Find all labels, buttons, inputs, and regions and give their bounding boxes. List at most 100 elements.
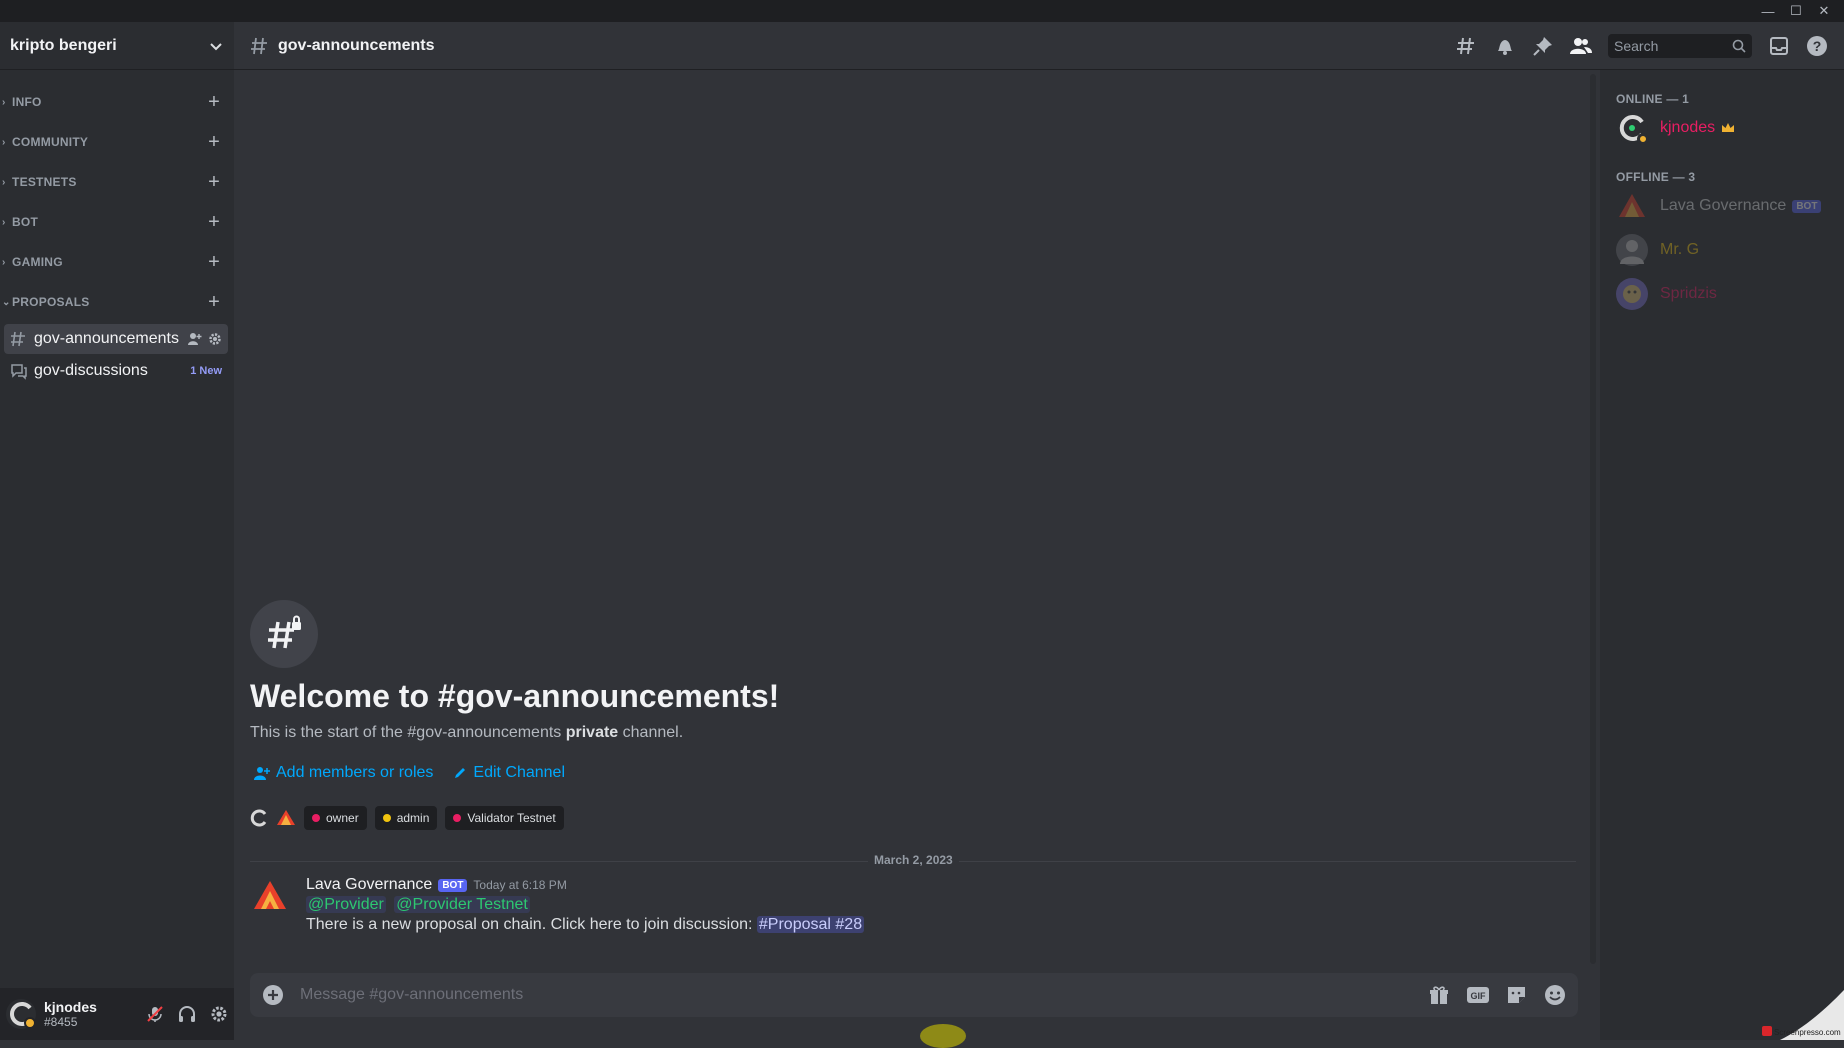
welcome-sub-prefix: This is the start of the #gov-announceme… [250,724,561,741]
channel-gov-announcements[interactable]: gov-announcements [4,324,228,354]
category-label: TESTNETS [12,175,77,189]
user-info[interactable]: kjnodes #8455 [6,999,97,1029]
minimize-icon[interactable]: — [1754,0,1782,22]
create-channel-icon[interactable]: + [208,132,220,152]
member-list: ONLINE — 1 kjnodes OFFLINE — 3 Lava Gove… [1600,70,1844,1040]
add-members-label: Add members or roles [276,764,433,782]
add-user-icon [254,765,270,781]
channel-gov-discussions[interactable]: gov-discussions 1 New [4,356,228,386]
avatar [1616,234,1648,266]
category-bot[interactable]: ›BOT + [0,202,234,242]
pencil-icon [453,766,467,780]
role-pill-owner[interactable]: owner [304,806,367,830]
svg-text:GIF: GIF [1471,991,1487,1001]
role-mention[interactable]: @Provider Testnet [394,896,530,913]
create-channel-icon[interactable]: + [208,292,220,312]
add-members-button[interactable]: Add members or roles [254,764,433,782]
message-composer[interactable]: Message #gov-announcements GIF [250,973,1578,1017]
create-channel-icon[interactable]: + [208,212,220,232]
category-testnets[interactable]: ›TESTNETS + [0,162,234,202]
category-proposals[interactable]: ⌄PROPOSALS + [0,282,234,322]
member-spridzis[interactable]: Spridzis [1616,272,1828,316]
message-author[interactable]: Lava Governance [306,876,432,894]
lava-logo-icon [1617,192,1647,220]
user-photo-icon [1616,278,1648,310]
role-color-dot [312,814,320,822]
channel-link[interactable]: #Proposal #28 [757,916,864,933]
role-pill-validator-testnet[interactable]: Validator Testnet [445,806,563,830]
welcome-sub-bold: private [566,724,618,741]
member-name: Spridzis [1660,285,1717,303]
avatar [1616,278,1648,310]
avatar[interactable] [250,876,290,916]
member-name: kjnodes [1660,119,1715,137]
scroll-to-bottom-button[interactable] [920,1024,966,1048]
emoji-icon[interactable] [1544,984,1566,1006]
avatar [6,999,36,1029]
pin-icon[interactable] [1532,35,1554,57]
gear-icon[interactable] [208,332,222,346]
category-list: ›INFO + ›COMMUNITY + ›TESTNETS + ›BOT + … [0,70,234,386]
role-mention[interactable]: @Provider [306,896,386,913]
mentions-line: @Provider @Provider Testnet [306,896,864,914]
member-lava-governance[interactable]: Lava Governance BOT [1616,184,1828,228]
add-attachment-icon[interactable] [262,984,284,1006]
user-name: kjnodes [44,999,97,1015]
category-info[interactable]: ›INFO + [0,82,234,122]
member-mr-g[interactable]: Mr. G [1616,228,1828,272]
locked-hashtag-icon [10,330,28,348]
maximize-icon[interactable]: ☐ [1782,0,1810,22]
chevron-right-icon: › [2,97,10,108]
member-name: Mr. G [1660,241,1699,259]
window-titlebar: — ☐ ✕ [0,0,1844,22]
date-divider-label: March 2, 2023 [868,853,959,867]
chevron-down-icon [208,38,224,54]
role-name: owner [326,811,359,825]
inbox-icon[interactable] [1768,35,1790,57]
bot-badge: BOT [1792,200,1821,213]
welcome-title: Welcome to #gov-announcements! [250,678,779,715]
welcome-sub-suffix: channel. [623,724,684,741]
message[interactable]: Lava Governance BOT Today at 6:18 PM @Pr… [250,876,1550,934]
server-name: kripto bengeri [10,37,117,55]
message-text: There is a new proposal on chain. Click … [306,916,864,934]
channel-name: gov-announcements [34,330,179,348]
member-list-icon[interactable] [1570,35,1592,57]
chevron-right-icon: › [2,217,10,228]
watermark-text: Screenpresso.com [1774,1028,1841,1037]
headphones-icon[interactable] [178,1005,196,1023]
search-input[interactable]: Search [1608,34,1752,58]
threads-icon[interactable] [1456,35,1478,57]
invite-icon[interactable] [188,332,202,346]
message-area: Welcome to #gov-announcements! This is t… [234,70,1594,1040]
user-photo-icon [1616,234,1648,266]
bell-icon[interactable] [1494,35,1516,57]
create-channel-icon[interactable]: + [208,252,220,272]
chevron-right-icon: › [2,177,10,188]
role-name: admin [397,811,430,825]
category-gaming[interactable]: ›GAMING + [0,242,234,282]
scrollbar[interactable] [1590,74,1596,964]
server-header[interactable]: kripto bengeri [0,22,234,70]
search-placeholder: Search [1614,38,1658,54]
gift-icon[interactable] [1428,984,1450,1006]
category-label: GAMING [12,255,63,269]
create-channel-icon[interactable]: + [208,172,220,192]
category-label: INFO [12,95,42,109]
help-icon[interactable]: ? [1806,35,1828,57]
message-input[interactable]: Message #gov-announcements [300,986,523,1004]
settings-gear-icon[interactable] [210,1005,228,1023]
mute-mic-icon[interactable] [146,1005,164,1023]
user-tag: #8455 [44,1015,97,1029]
close-icon[interactable]: ✕ [1810,0,1838,22]
member-kjnodes[interactable]: kjnodes [1616,106,1828,150]
create-channel-icon[interactable]: + [208,92,220,112]
edit-channel-button[interactable]: Edit Channel [453,764,565,782]
message-timestamp: Today at 6:18 PM [473,878,566,892]
gif-icon[interactable]: GIF [1466,985,1490,1005]
role-pill-admin[interactable]: admin [375,806,438,830]
category-community[interactable]: ›COMMUNITY + [0,122,234,162]
sticker-icon[interactable] [1506,984,1528,1006]
message-body: There is a new proposal on chain. Click … [306,916,752,933]
channel-access-row: owner admin Validator Testnet [250,806,564,830]
